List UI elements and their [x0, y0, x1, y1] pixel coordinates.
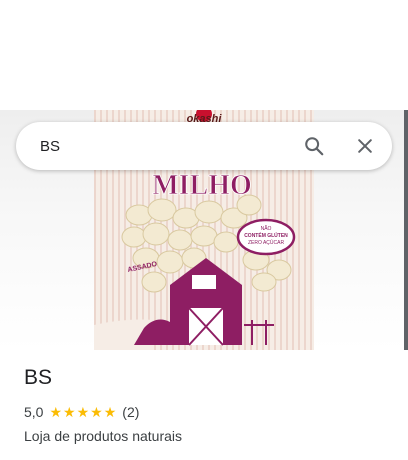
search-bar[interactable]: [16, 122, 392, 170]
svg-text:CONTÉM GLÚTEN: CONTÉM GLÚTEN: [244, 231, 288, 239]
top-blank-area: [0, 0, 408, 110]
rating-row[interactable]: 5,0 ★ ★ ★ ★ ★ (2): [24, 402, 384, 422]
svg-text:NÃO: NÃO: [261, 225, 272, 232]
search-button[interactable]: [298, 130, 330, 162]
close-icon: [358, 139, 372, 153]
gluten-free-badge: NÃO CONTÉM GLÚTEN ZERO AÇÚCAR: [236, 218, 296, 256]
search-icon: [305, 137, 324, 156]
photo-scrollbar[interactable]: [404, 110, 408, 350]
place-title[interactable]: BS: [24, 364, 384, 392]
search-input[interactable]: [40, 122, 290, 170]
star-icon: ★: [76, 404, 90, 420]
svg-text:ZERO AÇÚCAR: ZERO AÇÚCAR: [248, 239, 285, 246]
rating-value: 5,0: [24, 404, 44, 420]
product-name: MILHO: [152, 170, 252, 201]
star-icon: ★: [90, 404, 103, 420]
star-icon: ★: [63, 404, 76, 420]
star-icon: ★: [49, 404, 63, 420]
review-count[interactable]: (2): [122, 404, 139, 420]
place-info-panel: BS 5,0 ★ ★ ★ ★ ★ (2) Loja de produtos na…: [24, 364, 384, 446]
star-rating: ★ ★ ★ ★ ★: [49, 405, 116, 419]
clear-search-button[interactable]: [349, 130, 381, 162]
star-icon: ★: [103, 404, 117, 420]
place-category: Loja de produtos naturais: [24, 428, 182, 444]
